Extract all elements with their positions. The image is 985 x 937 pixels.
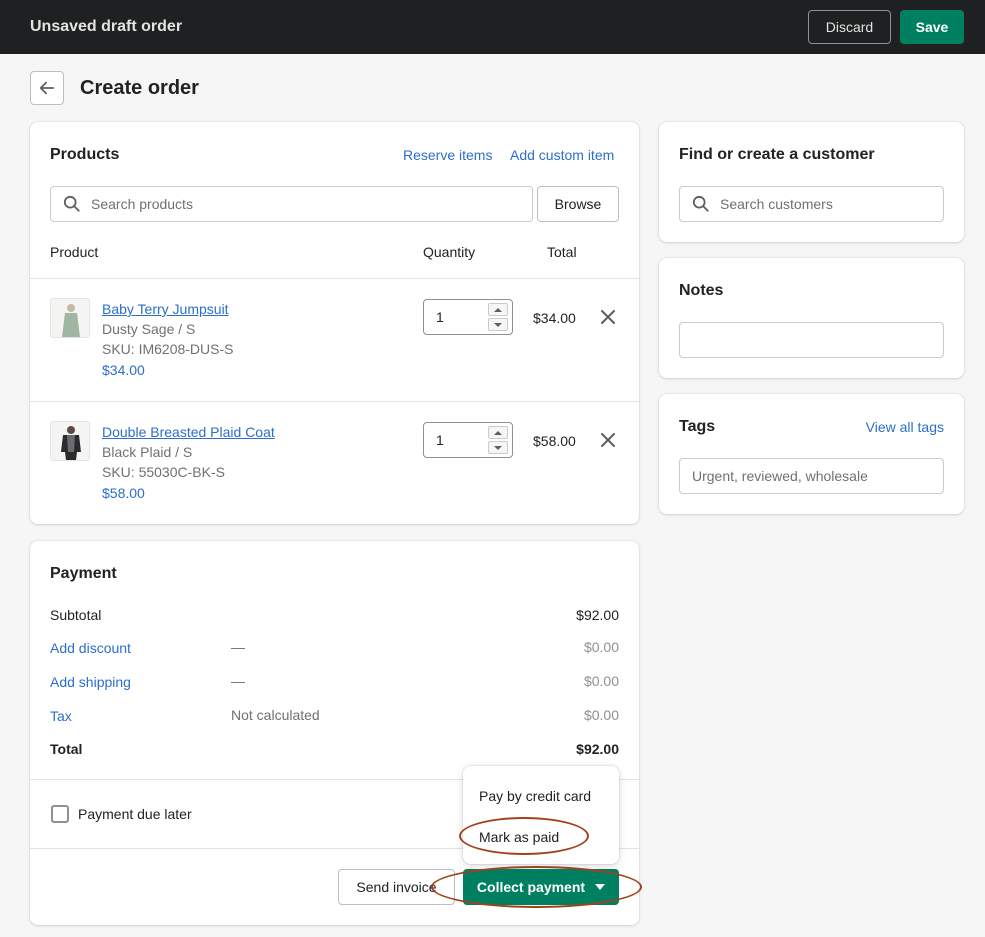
draft-title: Unsaved draft order [30, 18, 183, 35]
tags-placeholder: Urgent, reviewed, wholesale [692, 468, 868, 484]
tags-title: Tags [679, 418, 716, 435]
add-custom-item-link[interactable]: Add custom item [510, 147, 614, 163]
divider [30, 401, 639, 402]
search-icon [692, 195, 709, 212]
discard-button[interactable]: Discard [808, 10, 891, 44]
quantity-value: 1 [436, 309, 444, 325]
tax-detail: Not calculated [231, 707, 320, 723]
discount-detail: — [231, 639, 245, 655]
page-header: Create order [30, 71, 199, 105]
add-discount-link[interactable]: Add discount [50, 640, 131, 656]
remove-item-button[interactable] [598, 307, 618, 327]
close-icon [601, 310, 615, 324]
product-name-link[interactable]: Double Breasted Plaid Coat [102, 424, 275, 440]
payment-card: Payment Subtotal $92.00 Add discount — $… [30, 541, 639, 925]
product-price: $34.00 [102, 362, 145, 378]
stepper-controls [488, 426, 508, 454]
notes-card: Notes [659, 258, 964, 378]
product-variant: Dusty Sage / S [102, 321, 196, 337]
column-quantity: Quantity [423, 244, 476, 260]
menu-item-mark-as-paid[interactable]: Mark as paid [479, 829, 559, 845]
shipping-value: $0.00 [583, 673, 619, 689]
decrement-button[interactable] [488, 441, 508, 454]
increment-button[interactable] [488, 303, 508, 316]
product-sku: SKU: IM6208-DUS-S [102, 341, 234, 357]
view-all-tags-link[interactable]: View all tags [866, 419, 944, 435]
collect-payment-button[interactable]: Collect payment [463, 869, 619, 905]
product-thumbnail [50, 298, 90, 338]
line-total: $58.00 [533, 433, 576, 449]
menu-item-pay-by-credit-card[interactable]: Pay by credit card [479, 788, 591, 804]
column-product: Product [50, 244, 99, 260]
quantity-stepper[interactable]: 1 [423, 422, 513, 458]
product-thumbnail [50, 421, 90, 461]
product-name-link[interactable]: Baby Terry Jumpsuit [102, 301, 229, 317]
quantity-value: 1 [436, 432, 444, 448]
top-bar: Unsaved draft order Discard Save [0, 0, 985, 54]
page-title: Create order [80, 76, 199, 99]
payment-title: Payment [50, 565, 117, 582]
discount-value: $0.00 [583, 639, 619, 655]
customer-search-placeholder: Search customers [720, 196, 833, 212]
product-price: $58.00 [102, 485, 145, 501]
chevron-down-icon [595, 884, 606, 890]
products-card: Products Reserve items Add custom item S… [30, 122, 639, 524]
total-value: $92.00 [576, 741, 619, 757]
tags-input[interactable]: Urgent, reviewed, wholesale [679, 458, 944, 494]
payment-due-later-label: Payment due later [78, 806, 192, 822]
notes-title: Notes [679, 282, 724, 299]
tax-value: $0.00 [583, 707, 619, 723]
save-button[interactable]: Save [900, 10, 964, 44]
increment-button[interactable] [488, 426, 508, 439]
product-search-input[interactable]: Search products [50, 186, 533, 222]
send-invoice-button[interactable]: Send invoice [338, 869, 455, 905]
stepper-controls [488, 303, 508, 331]
search-icon [63, 195, 80, 212]
arrow-left-icon [39, 81, 55, 95]
collect-payment-menu: Pay by credit card Mark as paid [463, 766, 619, 864]
shipping-detail: — [231, 673, 245, 689]
column-total: Total [547, 244, 577, 260]
divider [30, 278, 639, 279]
close-icon [601, 433, 615, 447]
caret-up-icon [494, 307, 502, 312]
decrement-button[interactable] [488, 318, 508, 331]
line-total: $34.00 [533, 310, 576, 326]
tax-link[interactable]: Tax [50, 708, 72, 724]
customer-title: Find or create a customer [679, 146, 875, 163]
subtotal-value: $92.00 [576, 607, 619, 623]
products-title: Products [50, 146, 120, 163]
quantity-stepper[interactable]: 1 [423, 299, 513, 335]
collect-payment-label: Collect payment [476, 879, 586, 895]
product-search-placeholder: Search products [91, 196, 193, 212]
caret-up-icon [494, 430, 502, 435]
product-sku: SKU: 55030C-BK-S [102, 464, 225, 480]
back-button[interactable] [30, 71, 64, 105]
caret-down-icon [494, 322, 502, 327]
customer-card: Find or create a customer Search custome… [659, 122, 964, 242]
customer-search-input[interactable]: Search customers [679, 186, 944, 222]
caret-down-icon [494, 445, 502, 450]
subtotal-label: Subtotal [50, 607, 102, 623]
tags-card: Tags View all tags Urgent, reviewed, who… [659, 394, 964, 514]
reserve-items-link[interactable]: Reserve items [403, 147, 492, 163]
total-label: Total [50, 741, 83, 757]
product-variant: Black Plaid / S [102, 444, 193, 460]
add-shipping-link[interactable]: Add shipping [50, 674, 131, 690]
payment-due-later-checkbox[interactable] [51, 805, 69, 823]
browse-button[interactable]: Browse [537, 186, 619, 222]
remove-item-button[interactable] [598, 430, 618, 450]
notes-input[interactable] [679, 322, 944, 358]
